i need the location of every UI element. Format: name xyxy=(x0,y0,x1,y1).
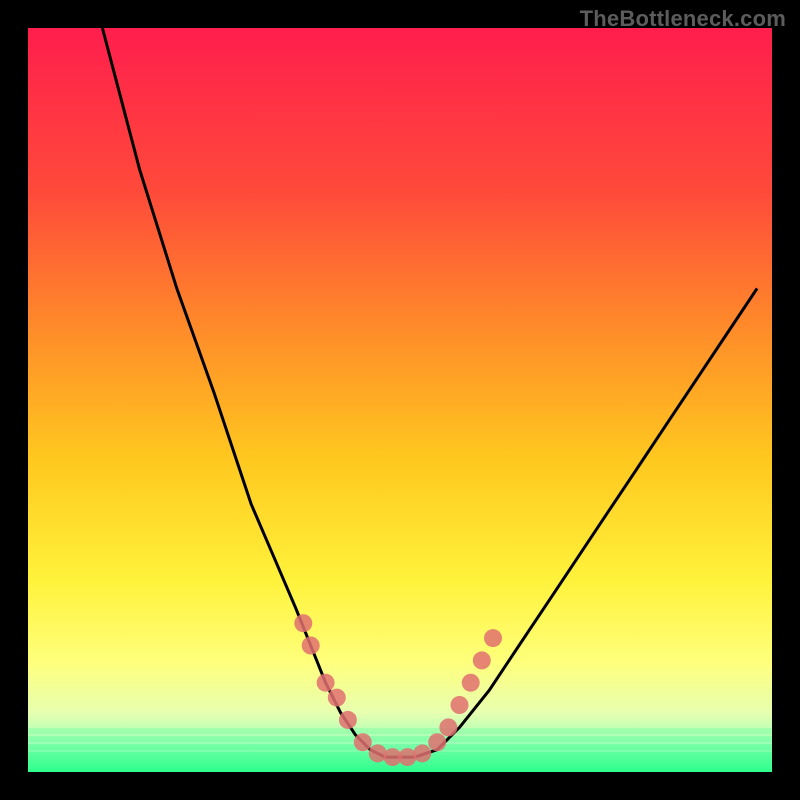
data-point xyxy=(317,674,335,692)
plot-svg xyxy=(28,28,772,772)
data-point xyxy=(339,711,357,729)
data-point xyxy=(451,696,469,714)
data-point xyxy=(428,733,446,751)
gradient-background xyxy=(28,28,772,772)
data-point xyxy=(439,718,457,736)
data-point xyxy=(462,674,480,692)
data-point xyxy=(413,744,431,762)
data-point xyxy=(473,651,491,669)
plot-frame xyxy=(28,28,772,772)
data-point xyxy=(354,733,372,751)
data-point xyxy=(328,689,346,707)
data-point xyxy=(302,637,320,655)
data-point xyxy=(294,614,312,632)
chart-container: TheBottleneck.com xyxy=(0,0,800,800)
data-point xyxy=(484,629,502,647)
